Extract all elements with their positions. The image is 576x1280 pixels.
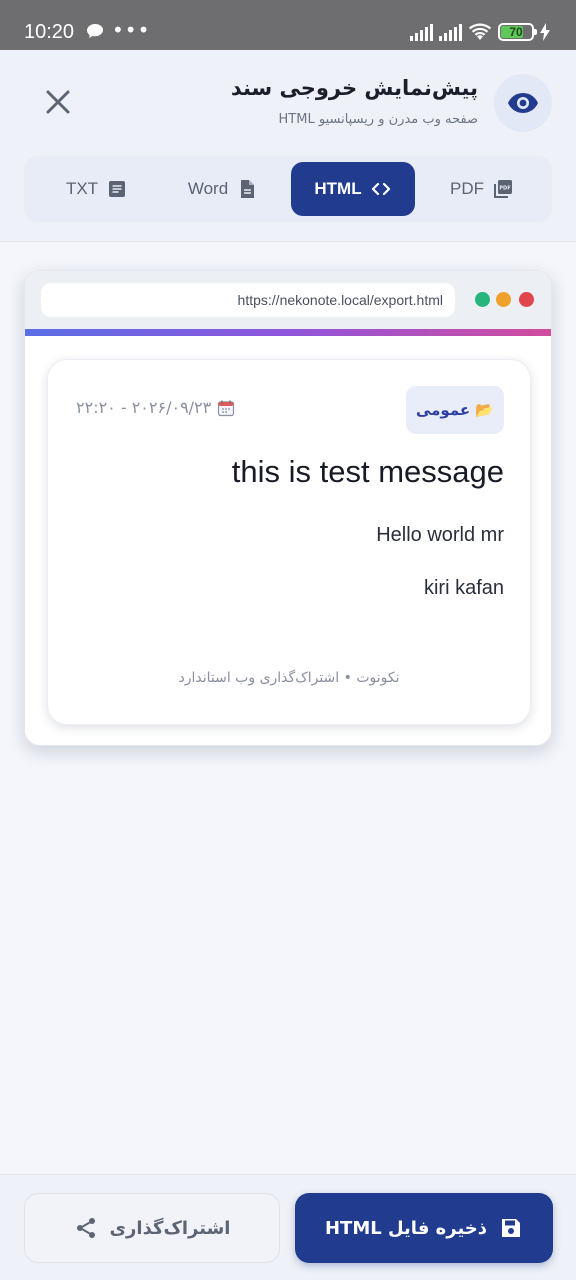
tab-txt[interactable]: TXT: [36, 162, 158, 216]
close-button[interactable]: [36, 80, 80, 124]
eye-icon: [508, 93, 538, 113]
signal-2-icon: [439, 23, 462, 41]
close-icon: [46, 90, 70, 114]
format-tabs: TXT Word HTML PDF PDF: [24, 156, 552, 222]
window-dot-green: [475, 292, 490, 307]
preview-badge: [494, 74, 552, 132]
pdf-icon: PDF: [494, 180, 512, 198]
note-date-text: ۲۲:۲۰ - ۲۰۲۶/۰۹/۲۳: [76, 398, 212, 417]
gradient-divider: [25, 329, 551, 336]
note-card: 📂 عمومی ۲۲:۲۰ - ۲۰۲۶/۰۹/۲۳ this is test …: [47, 359, 531, 725]
signal-icon: [410, 23, 433, 41]
category-badge: 📂 عمومی: [406, 386, 504, 434]
tab-pdf[interactable]: PDF PDF: [420, 162, 544, 216]
tab-word[interactable]: Word: [162, 162, 284, 216]
note-date: ۲۲:۲۰ - ۲۰۲۶/۰۹/۲۳: [76, 398, 235, 417]
battery-icon: 70: [498, 23, 537, 41]
action-bar: اشتراک‌گذاری ذخیره فایل HTML: [0, 1174, 576, 1280]
url-bar: https://nekonote.local/export.html: [41, 283, 455, 317]
tab-html-label: HTML: [314, 179, 362, 198]
note-footer: نکونوت • اشتراک‌گذاری وب استاندارد: [178, 670, 400, 686]
save-button-label: ذخیره فایل HTML: [324, 1217, 488, 1239]
code-icon: [371, 182, 390, 196]
window-dot-yellow: [496, 292, 511, 307]
share-button-label: اشتراک‌گذاری: [109, 1217, 231, 1239]
document-icon: [241, 180, 255, 198]
more-notifications-icon: •••: [112, 18, 151, 42]
note-paragraph: kiri kafan: [423, 577, 504, 599]
status-bar: 10:20 ••• 70: [0, 0, 576, 50]
svg-text:PDF: PDF: [499, 186, 510, 192]
preview-header: پیش‌نمایش خروجی سند صفحه وب مدرن و ریسپا…: [0, 50, 576, 242]
page-title: پیش‌نمایش خروجی سند: [230, 76, 478, 100]
chat-notification-icon: [87, 24, 103, 38]
note-title: this is test message: [231, 454, 504, 489]
note-paragraph: Hello world mr: [376, 524, 504, 546]
charging-icon: [540, 23, 550, 41]
calendar-icon: [218, 400, 235, 416]
window-dot-red: [519, 292, 534, 307]
text-icon: [109, 181, 126, 197]
tab-txt-label: TXT: [65, 179, 99, 198]
status-icons: 70: [410, 20, 550, 44]
browser-preview: https://nekonote.local/export.html 📂 عمو…: [24, 270, 552, 746]
save-icon: [502, 1219, 521, 1237]
battery-level: 70: [509, 25, 523, 39]
share-icon: [76, 1218, 95, 1238]
tab-html[interactable]: HTML: [291, 162, 415, 216]
tab-pdf-label: PDF: [450, 179, 484, 198]
page-subtitle: صفحه وب مدرن و ریسپانسیو HTML: [278, 112, 478, 127]
tab-word-label: Word: [187, 179, 229, 198]
status-time: 10:20: [24, 21, 75, 43]
wifi-icon: [468, 23, 492, 40]
save-html-button[interactable]: ذخیره فایل HTML: [295, 1193, 553, 1263]
share-button[interactable]: اشتراک‌گذاری: [24, 1193, 280, 1263]
browser-toolbar: https://nekonote.local/export.html: [25, 271, 551, 329]
